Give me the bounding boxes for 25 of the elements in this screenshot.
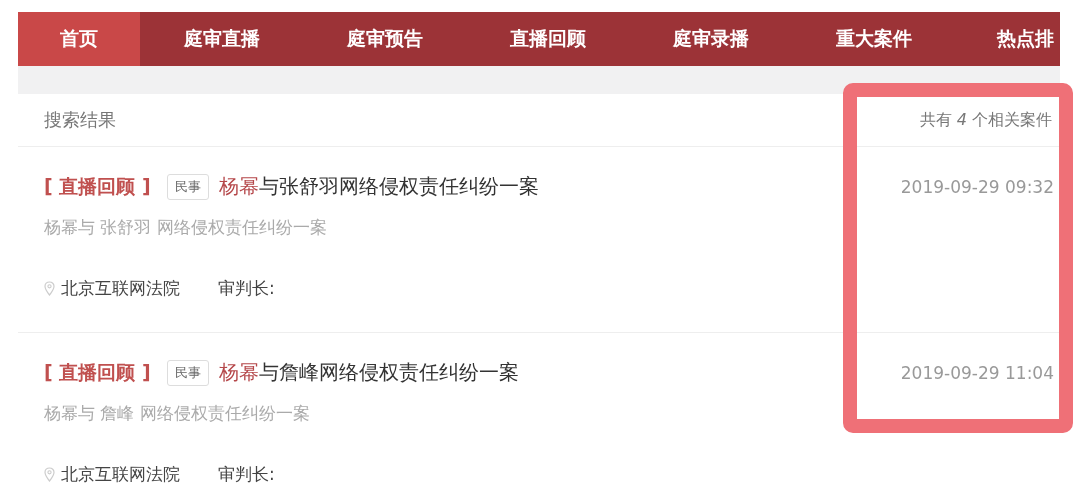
category-tag: 民事 bbox=[166, 173, 209, 200]
nav-tab[interactable]: 重大案件 bbox=[792, 12, 955, 66]
nav-tab[interactable]: 直播回顾 bbox=[466, 12, 629, 66]
nav-tab[interactable]: 庭审直播 bbox=[140, 12, 303, 66]
case-subtitle: 杨幂与 张舒羽 网络侵权责任纠纷一案 bbox=[44, 216, 328, 239]
court-name: 北京互联网法院 bbox=[61, 277, 180, 300]
nav-tab[interactable]: 热点排 bbox=[955, 12, 1060, 66]
case-title[interactable]: 杨幂与张舒羽网络侵权责任纠纷一案 bbox=[218, 173, 539, 200]
case-time: 2019-09-29 09:32 bbox=[900, 176, 1054, 197]
court-name: 北京互联网法院 bbox=[61, 463, 180, 486]
status-label: [ 直播回顾 ] bbox=[44, 359, 151, 385]
nav-tab[interactable]: 首页 bbox=[18, 12, 140, 66]
location-pin-icon bbox=[44, 467, 55, 482]
case-title[interactable]: 杨幂与詹峰网络侵权责任纠纷一案 bbox=[218, 359, 519, 386]
status-label: [ 直播回顾 ] bbox=[44, 173, 151, 199]
results-count: 共有 4 个相关案件 bbox=[919, 109, 1052, 131]
case-subtitle: 杨幂与 詹峰 网络侵权责任纠纷一案 bbox=[44, 402, 311, 425]
category-tag: 民事 bbox=[166, 359, 209, 386]
nav-tab[interactable]: 庭审录播 bbox=[629, 12, 792, 66]
judge-label: 审判长: bbox=[218, 277, 275, 300]
judge-label: 审判长: bbox=[218, 463, 275, 486]
nav-tab[interactable]: 庭审预告 bbox=[303, 12, 466, 66]
location-pin-icon bbox=[44, 281, 55, 296]
results-heading: 搜索结果 bbox=[44, 108, 116, 132]
case-time: 2019-09-29 11:04 bbox=[900, 362, 1054, 383]
